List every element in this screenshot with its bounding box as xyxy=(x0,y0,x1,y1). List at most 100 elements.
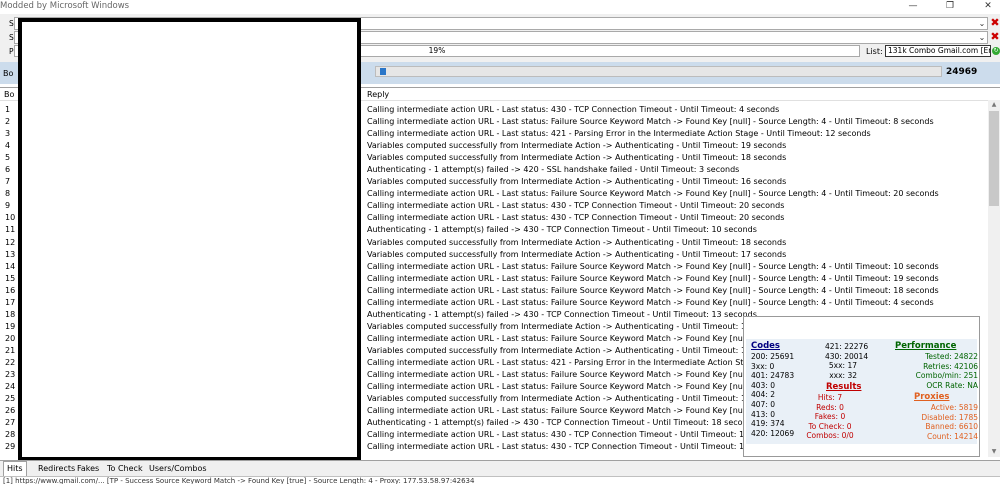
codes-left-item: 404: 2 xyxy=(751,390,775,400)
codes-left-item: 413: 0 xyxy=(751,409,775,419)
table-row-reply[interactable]: Calling intermediate action URL - Last s… xyxy=(367,128,987,140)
proxies-list: Active: 5819 Disabled: 1785 Banned: 6610 Co… xyxy=(868,403,978,441)
remove-icon[interactable]: ✖ xyxy=(990,31,1000,43)
codes-right-item: xxx: 32 xyxy=(829,370,857,380)
table-row-reply[interactable]: Calling intermediate action URL - Last s… xyxy=(367,261,987,273)
close-button[interactable]: ✕ xyxy=(981,0,995,12)
row-number[interactable]: 4 xyxy=(0,140,20,152)
tab-users-combos[interactable]: Users/Combos xyxy=(146,462,210,475)
codes-left-item: 403: 0 xyxy=(751,380,775,390)
results-item: Hits: 7 xyxy=(817,393,843,402)
row-number[interactable]: 21 xyxy=(0,345,20,357)
codes-left-item: 3xx: 0 xyxy=(751,361,775,371)
row-number[interactable]: 27 xyxy=(0,417,20,429)
table-row-reply[interactable]: Calling intermediate action URL - Last s… xyxy=(367,285,987,297)
row-number[interactable]: 2 xyxy=(0,116,20,128)
codes-right-item: 430: 20014 xyxy=(825,351,869,361)
row-number[interactable]: 13 xyxy=(0,249,20,261)
checked-count: 24969 xyxy=(946,67,978,77)
chevron-down-icon[interactable]: ⌄ xyxy=(977,18,987,29)
row-number[interactable]: 23 xyxy=(0,369,20,381)
table-row-reply[interactable]: Authenticating - 1 attempt(s) failed -> … xyxy=(367,164,987,176)
table-row-reply[interactable]: Calling intermediate action URL - Last s… xyxy=(367,116,987,128)
status-line: [1] https://www.gmail.com/... [TP - Succ… xyxy=(0,476,1000,484)
performance-list: Tested: 24822 Retries: 42106 Combo/min: 25… xyxy=(868,352,978,390)
scan-progress-fill xyxy=(380,68,386,75)
row-number[interactable]: 18 xyxy=(0,309,20,321)
codes-heading: Codes xyxy=(751,341,780,351)
codes-left-item: 407: 0 xyxy=(751,399,775,409)
row-number[interactable]: 20 xyxy=(0,333,20,345)
redacted-region xyxy=(18,18,361,461)
performance-heading: Performance xyxy=(895,341,957,351)
performance-item: Retries: 42106 xyxy=(923,361,978,371)
title-bar xyxy=(0,0,1000,14)
codes-right-item: 421: 22276 xyxy=(825,342,869,351)
table-row-reply[interactable]: Calling intermediate action URL - Last s… xyxy=(367,200,987,212)
row-number[interactable]: 16 xyxy=(0,285,20,297)
codes-left-item: 419: 374 xyxy=(751,419,785,429)
results-item: Reds: 0 xyxy=(816,402,844,412)
results-list: Hits: 7 Reds: 0 Fakes: 0 To Check: 0 Combos:… xyxy=(800,393,860,441)
row-number[interactable]: 3 xyxy=(0,128,20,140)
scan-progress-track xyxy=(375,66,942,77)
table-row-reply[interactable]: Calling intermediate action URL - Last s… xyxy=(367,273,987,285)
row-number[interactable]: 24 xyxy=(0,381,20,393)
row-number[interactable]: 19 xyxy=(0,321,20,333)
row-number[interactable]: 9 xyxy=(0,200,20,212)
row-number[interactable]: 1 xyxy=(0,104,20,116)
column-header-reply[interactable]: Reply xyxy=(367,90,389,100)
codes-right-item: 5xx: 17 xyxy=(828,361,857,371)
row-number[interactable]: 28 xyxy=(0,429,20,441)
scroll-down-icon[interactable]: ▼ xyxy=(988,447,1000,457)
results-item: To Check: 0 xyxy=(808,421,852,431)
row-number[interactable]: 17 xyxy=(0,297,20,309)
row-number[interactable]: 7 xyxy=(0,176,20,188)
minimize-button[interactable]: — xyxy=(906,0,920,12)
table-row-reply[interactable]: Authenticating - 1 attempt(s) failed -> … xyxy=(367,224,987,236)
chevron-down-icon[interactable]: ⌄ xyxy=(977,32,987,43)
table-row-reply[interactable]: Variables computed successfully from Int… xyxy=(367,176,987,188)
performance-item: OCR Rate: NA xyxy=(926,380,978,390)
row-number[interactable]: 10 xyxy=(0,212,20,224)
column-header-bot[interactable]: Bo xyxy=(4,90,14,100)
table-row-reply[interactable]: Variables computed successfully from Int… xyxy=(367,152,987,164)
row-number[interactable]: 8 xyxy=(0,188,20,200)
table-row-reply[interactable]: Variables computed successfully from Int… xyxy=(367,237,987,249)
proxies-item: Active: 5819 xyxy=(930,403,978,412)
row-number[interactable]: 11 xyxy=(0,224,20,236)
row-number[interactable]: 14 xyxy=(0,261,20,273)
table-row-reply[interactable]: Calling intermediate action URL - Last s… xyxy=(367,212,987,224)
scroll-up-icon[interactable]: ▲ xyxy=(988,100,1000,110)
proxies-item: Banned: 6610 xyxy=(925,422,978,432)
tab-hits[interactable]: Hits xyxy=(3,461,27,476)
row-number[interactable]: 12 xyxy=(0,237,20,249)
performance-item: Combo/min: 251 xyxy=(915,371,978,381)
table-row-reply[interactable]: Variables computed successfully from Int… xyxy=(367,249,987,261)
tab-to-check[interactable]: To Check xyxy=(104,462,146,475)
table-row-reply[interactable]: Calling intermediate action URL - Last s… xyxy=(367,104,987,116)
tab-fakes[interactable]: Fakes xyxy=(74,462,102,475)
results-item: Fakes: 0 xyxy=(814,412,846,422)
remove-icon[interactable]: ✖ xyxy=(990,17,1000,29)
row-number[interactable]: 5 xyxy=(0,152,20,164)
table-row-reply[interactable]: Variables computed successfully from Int… xyxy=(367,140,987,152)
tab-redirects[interactable]: Redirects xyxy=(35,462,78,475)
row-number[interactable]: 15 xyxy=(0,273,20,285)
row-number[interactable]: 22 xyxy=(0,357,20,369)
row-number[interactable]: 6 xyxy=(0,164,20,176)
proxies-item: Count: 14214 xyxy=(926,431,978,441)
row-number[interactable]: 26 xyxy=(0,405,20,417)
table-row-reply[interactable]: Calling intermediate action URL - Last s… xyxy=(367,188,987,200)
combo-list-select[interactable]: 131k Combo Gmail.com [Email xyxy=(885,45,991,57)
refresh-icon[interactable]: ↻ xyxy=(992,47,1000,55)
row-number-column: 1 2 3 4 5 6 7 8 9 10 11 12 13 14 15 16 17 18 19 20 21 22 23 24 2… xyxy=(0,104,20,453)
maximize-button[interactable]: ❐ xyxy=(943,0,957,12)
row-number[interactable]: 29 xyxy=(0,441,20,453)
codes-left-item: 401: 24783 xyxy=(751,371,795,381)
performance-item: Tested: 24822 xyxy=(925,352,978,361)
row-number[interactable]: 25 xyxy=(0,393,20,405)
table-row-reply[interactable]: Calling intermediate action URL - Last s… xyxy=(367,297,987,309)
list-label: List: xyxy=(866,47,883,56)
scrollbar-thumb[interactable] xyxy=(989,111,999,206)
